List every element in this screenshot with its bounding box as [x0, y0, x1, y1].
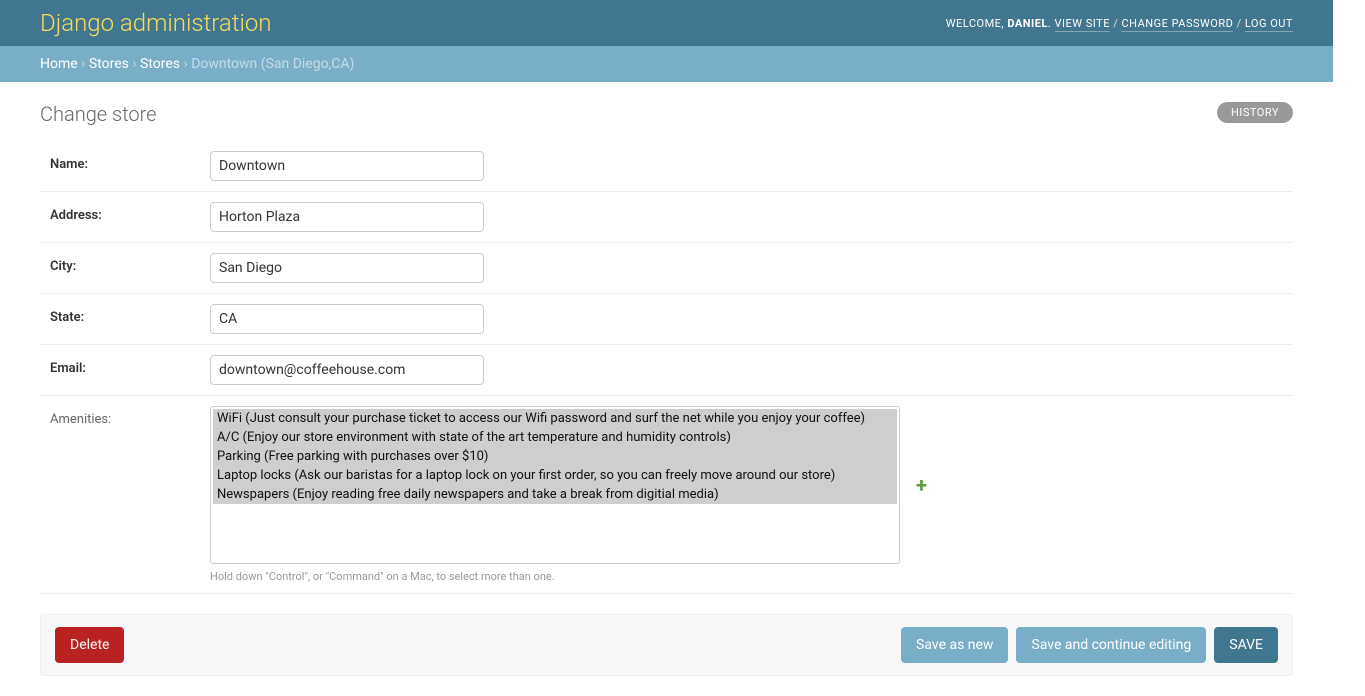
- breadcrumb-object: Downtown (San Diego,CA): [191, 56, 354, 72]
- page-title: Change store: [40, 102, 157, 126]
- amenities-help: Hold down "Control", or "Command" on a M…: [210, 570, 1283, 583]
- name-label: Name:: [50, 151, 210, 172]
- site-title: Django administration: [40, 9, 272, 37]
- name-input[interactable]: [210, 151, 484, 181]
- user-tools: WELCOME, DANIEL. VIEW SITE / CHANGE PASS…: [946, 17, 1293, 30]
- city-label: City:: [50, 253, 210, 274]
- email-label: Email:: [50, 355, 210, 376]
- breadcrumb-app[interactable]: Stores: [89, 56, 129, 72]
- amenities-select[interactable]: WiFi (Just consult your purchase ticket …: [210, 406, 900, 564]
- amenity-option[interactable]: Parking (Free parking with purchases ove…: [213, 447, 897, 466]
- city-input[interactable]: [210, 253, 484, 283]
- breadcrumb-model[interactable]: Stores: [140, 56, 180, 72]
- amenity-option[interactable]: A/C (Enjoy our store environment with st…: [213, 428, 897, 447]
- save-button[interactable]: [1214, 627, 1278, 663]
- breadcrumb: Home › Stores › Stores › Downtown (San D…: [0, 46, 1333, 82]
- logout-link[interactable]: LOG OUT: [1245, 17, 1293, 32]
- state-input[interactable]: [210, 304, 484, 334]
- address-label: Address:: [50, 202, 210, 223]
- change-password-link[interactable]: CHANGE PASSWORD: [1121, 17, 1233, 32]
- add-amenity-button[interactable]: +: [910, 473, 933, 497]
- history-button[interactable]: HISTORY: [1217, 102, 1293, 123]
- delete-button[interactable]: Delete: [55, 627, 124, 663]
- header: Django administration WELCOME, DANIEL. V…: [0, 0, 1333, 46]
- submit-row: Delete: [40, 614, 1293, 676]
- amenity-option[interactable]: Laptop locks (Ask our baristas for a lap…: [213, 466, 897, 485]
- address-input[interactable]: [210, 202, 484, 232]
- breadcrumb-home[interactable]: Home: [40, 56, 78, 72]
- amenity-option[interactable]: WiFi (Just consult your purchase ticket …: [213, 409, 897, 428]
- plus-icon: +: [916, 473, 927, 497]
- welcome-text: WELCOME,: [946, 17, 1004, 30]
- amenities-label: Amenities:: [50, 406, 210, 427]
- state-label: State:: [50, 304, 210, 325]
- save-continue-button[interactable]: [1016, 627, 1206, 663]
- email-input[interactable]: [210, 355, 484, 385]
- change-form: Name: Address: City: State:: [40, 141, 1293, 676]
- username: DANIEL: [1007, 17, 1048, 30]
- amenity-option[interactable]: Newspapers (Enjoy reading free daily new…: [213, 485, 897, 504]
- view-site-link[interactable]: VIEW SITE: [1055, 17, 1110, 32]
- save-as-new-button[interactable]: [901, 627, 1008, 663]
